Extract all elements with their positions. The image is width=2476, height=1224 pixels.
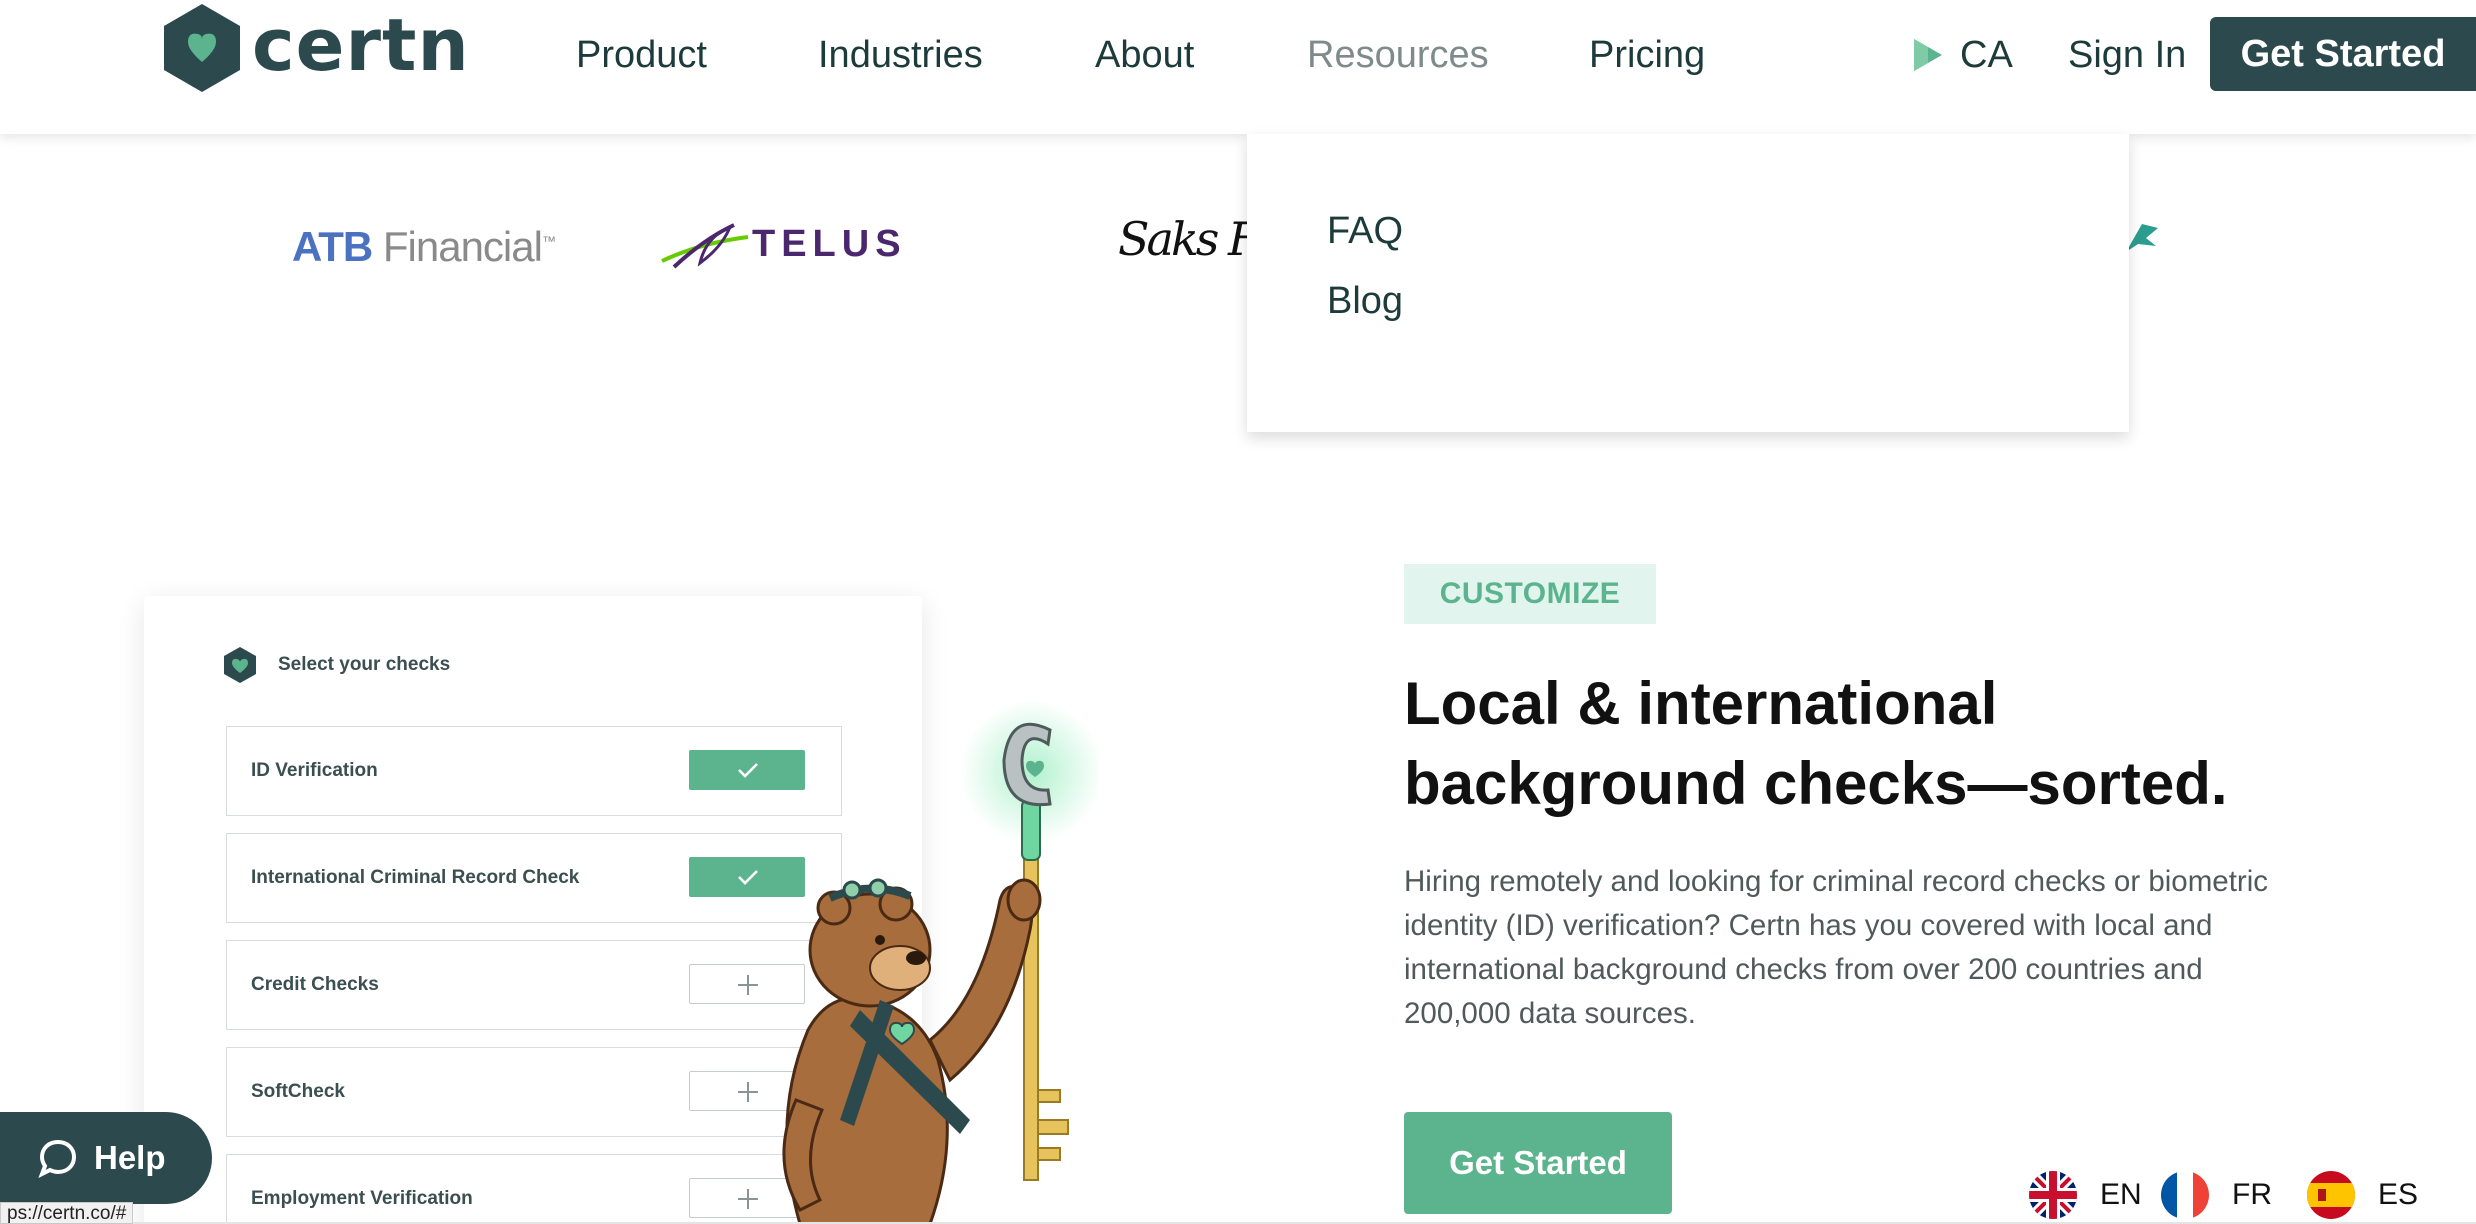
check-label: ID Verification: [251, 760, 378, 781]
card-header: Select your checks: [222, 646, 450, 684]
region-label: CA: [1960, 33, 2013, 76]
status-bar-url: ps://certn.co/#: [0, 1202, 134, 1224]
nav-product[interactable]: Product: [576, 28, 707, 82]
header-get-started-button[interactable]: Get Started: [2210, 17, 2476, 91]
sign-in-link[interactable]: Sign In: [2068, 28, 2186, 82]
customize-tag: CUSTOMIZE: [1404, 564, 1656, 624]
france-flag-icon: [2161, 1171, 2209, 1219]
hero-description: Hiring remotely and looking for criminal…: [1404, 865, 2269, 1030]
check-row-softcheck: SoftCheck: [226, 1047, 842, 1137]
play-triangle-icon: [1914, 39, 1942, 71]
check-row-credit-checks: Credit Checks: [226, 940, 842, 1030]
dropdown-item-faq[interactable]: FAQ: [1327, 206, 1403, 256]
site-header: certn Product Industries About Resources…: [0, 0, 2476, 134]
nav-about[interactable]: About: [1095, 28, 1194, 82]
check-row-id-verification: ID Verification: [226, 726, 842, 816]
nav-pricing[interactable]: Pricing: [1589, 28, 1705, 82]
language-option-es[interactable]: ES: [2306, 1168, 2418, 1222]
check-label: Credit Checks: [251, 974, 379, 995]
plus-icon: [738, 975, 758, 995]
language-option-fr[interactable]: FR: [2160, 1168, 2272, 1222]
nav-resources[interactable]: Resources: [1307, 28, 1489, 82]
language-switcher: EN FR ES: [0, 1168, 2476, 1222]
resources-dropdown: FAQ Blog: [1247, 134, 2129, 432]
atb-financial-logo: ATB Financial™: [292, 223, 556, 270]
saks-fifth-avenue-logo: Saks Fifth: [1118, 212, 1248, 266]
telus-logo: TELUS: [660, 214, 907, 274]
nav-industries[interactable]: Industries: [818, 28, 983, 82]
certn-mark-icon: [224, 647, 256, 683]
checkmark-icon: [738, 763, 758, 778]
card-title: Select your checks: [278, 654, 451, 675]
plus-icon: [738, 1082, 758, 1102]
spain-flag-icon: [2307, 1171, 2355, 1219]
uk-flag-icon: [2029, 1171, 2077, 1219]
dropdown-item-blog[interactable]: Blog: [1327, 276, 1403, 326]
telus-swoosh-icon: [661, 223, 749, 269]
bear-mascot-illustration: [782, 700, 1100, 1224]
check-label: SoftCheck: [251, 1081, 345, 1102]
region-selector[interactable]: CA: [1912, 28, 2013, 82]
language-option-en[interactable]: EN: [2028, 1168, 2142, 1222]
check-row-international-criminal: International Criminal Record Check: [226, 833, 842, 923]
hero-headline: Local & international background checks—…: [1404, 670, 2228, 817]
checkmark-icon: [738, 870, 758, 885]
check-label: International Criminal Record Check: [251, 867, 580, 888]
